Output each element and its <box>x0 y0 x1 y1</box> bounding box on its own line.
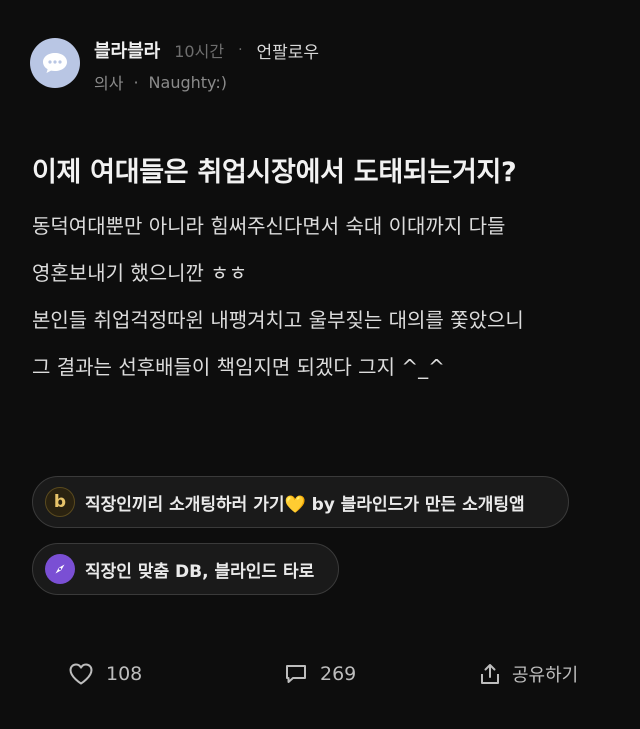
author-meta: 의사 · Naughty:) <box>94 70 319 94</box>
promo-label: 직장인끼리 소개팅하러 가기💛 by 블라인드가 만든 소개팅앱 <box>85 494 525 515</box>
share-button[interactable]: 공유하기 <box>478 656 578 692</box>
heart-icon <box>69 663 93 685</box>
author-job: 의사 <box>94 74 124 93</box>
chat-bubble-icon <box>43 53 67 73</box>
share-icon <box>481 664 499 684</box>
share-label: 공유하기 <box>512 665 579 686</box>
comment-count: 269 <box>320 663 357 685</box>
post-body-line: 영혼보내기 했으니깐 ㅎㅎ <box>32 261 248 285</box>
author-line: 블라블라 10시간 · 언팔로우 <box>94 37 320 63</box>
post-body-line: 그 결과는 선후배들이 책임지면 되겠다 그지 ^_^ <box>32 355 445 379</box>
post-header: 블라블라 10시간 · 언팔로우 의사 · Naughty:) <box>30 38 319 94</box>
author-block: 블라블라 10시간 · 언팔로우 의사 · Naughty:) <box>94 38 319 94</box>
comment-icon <box>286 665 306 683</box>
compass-icon <box>55 564 65 574</box>
like-button[interactable]: 108 <box>68 656 142 692</box>
post-actions-bar: 108 269 공유하기 <box>0 656 640 692</box>
promo-tarot-button[interactable]: 직장인 맞춤 DB, 블라인드 타로 <box>32 543 339 595</box>
post-body-line: 본인들 취업걱정따윈 내팽겨치고 울부짖는 대의를 쫓았으니 <box>32 308 524 332</box>
avatar[interactable] <box>30 38 80 88</box>
promo-dating-app-button[interactable]: b 직장인끼리 소개팅하러 가기💛 by 블라인드가 만든 소개팅앱 <box>32 476 569 528</box>
post-body-line: 동덕여대뿐만 아니라 힘써주신다면서 숙대 이대까지 다들 <box>32 214 506 238</box>
separator-dot: · <box>133 72 139 92</box>
like-count: 108 <box>106 663 143 685</box>
author-nickname: Naughty:) <box>148 72 227 92</box>
comment-button[interactable]: 269 <box>284 656 356 692</box>
post-title: 이제 여대들은 취업시장에서 도태되는거지? <box>32 157 517 188</box>
post-time: 10시간 <box>174 42 225 61</box>
author-name[interactable]: 블라블라 <box>94 37 160 63</box>
unfollow-button[interactable]: 언팔로우 <box>257 38 320 63</box>
tarot-icon <box>45 554 75 584</box>
blind-b-icon: b <box>45 487 75 517</box>
separator-dot: · <box>238 42 243 58</box>
post-body: 동덕여대뿐만 아니라 힘써주신다면서 숙대 이대까지 다들 영혼보내기 했으니깐… <box>32 208 622 396</box>
promo-label: 직장인 맞춤 DB, 블라인드 타로 <box>85 561 315 582</box>
